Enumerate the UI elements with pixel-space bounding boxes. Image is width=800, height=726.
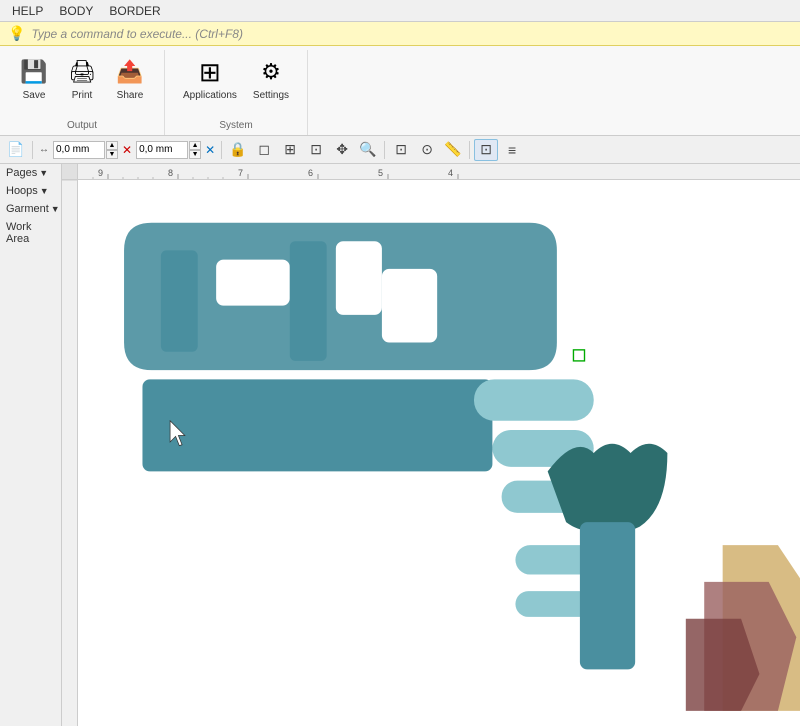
- toolbar-grid-btn[interactable]: ⊞: [278, 139, 302, 161]
- svg-text:6: 6: [308, 168, 313, 178]
- garment-arrow: ▼: [51, 204, 60, 214]
- x-spin-up[interactable]: ▲: [106, 141, 118, 150]
- sidebar-item-garment[interactable]: Garment ▼: [0, 200, 61, 218]
- svg-text:8: 8: [168, 168, 173, 178]
- lightbulb-icon: 💡: [8, 25, 25, 42]
- share-label: Share: [117, 90, 144, 101]
- toolbar-btn-1[interactable]: 📄: [4, 139, 28, 161]
- command-bar-placeholder[interactable]: Type a command to execute... (Ctrl+F8): [31, 27, 243, 41]
- toolbar-zoom-reset-btn[interactable]: ⊙: [415, 139, 439, 161]
- svg-text:9: 9: [98, 168, 103, 178]
- save-button[interactable]: 💾 Save: [10, 52, 58, 105]
- settings-label: Settings: [253, 90, 289, 101]
- share-icon: 📤: [114, 56, 146, 88]
- toolbar-display-btn[interactable]: ≡: [500, 139, 524, 161]
- left-sidebar: Pages ▼ Hoops ▼ Garment ▼ Work Area: [0, 164, 62, 726]
- toolbar-sep-2: [221, 141, 222, 159]
- toolbar-sep-4: [469, 141, 470, 159]
- coord-icon-blue: ✕: [205, 143, 215, 157]
- garment-label: Garment: [6, 203, 49, 215]
- canvas-area[interactable]: 9 8 7 6 5 4: [62, 164, 800, 726]
- pages-label: Pages: [6, 167, 37, 179]
- coord-label-x: ↔: [39, 144, 49, 155]
- x-coord-group: ▲ ▼: [53, 141, 118, 159]
- settings-icon: ⚙: [255, 56, 287, 88]
- cutout-3: [382, 269, 437, 343]
- x-spinners: ▲ ▼: [106, 141, 118, 159]
- inner-1: [161, 250, 198, 351]
- share-button[interactable]: 📤 Share: [106, 52, 154, 105]
- cutout-2: [336, 241, 382, 315]
- svg-text:7: 7: [238, 168, 243, 178]
- sidebar-item-pages[interactable]: Pages ▼: [0, 164, 61, 182]
- command-bar: 💡 Type a command to execute... (Ctrl+F8): [0, 22, 800, 46]
- ribbon-group-output: 💾 Save 🖨 Print 📤 Share Output: [0, 50, 165, 135]
- menu-border[interactable]: BORDER: [101, 2, 168, 20]
- block-bottom: [142, 379, 492, 471]
- settings-button[interactable]: ⚙ Settings: [245, 52, 297, 105]
- menu-body[interactable]: BODY: [51, 2, 101, 20]
- pages-arrow: ▼: [39, 168, 48, 178]
- applications-label: Applications: [183, 90, 237, 101]
- svg-text:4: 4: [448, 168, 453, 178]
- toolbar-zoom-fit-btn[interactable]: ⊡: [389, 139, 413, 161]
- toolbar-measure-btn[interactable]: 📏: [441, 139, 465, 161]
- y-spin-down[interactable]: ▼: [189, 150, 201, 159]
- app-container: HELP BODY BORDER 💡 Type a command to exe…: [0, 0, 800, 726]
- ribbon-group-system: ⊞ Applications ⚙ Settings System: [165, 50, 308, 135]
- ruler-corner: [62, 164, 78, 180]
- capsule-1: [474, 379, 594, 420]
- toolbar-sep-1: [32, 141, 33, 159]
- x-spin-down[interactable]: ▼: [106, 150, 118, 159]
- y-spinners: ▲ ▼: [189, 141, 201, 159]
- leaf-shape: [548, 444, 668, 531]
- selection-marker: [573, 350, 584, 361]
- sidebar-item-workarea[interactable]: Work Area: [0, 218, 61, 248]
- cutout-1: [216, 260, 290, 306]
- x-coord-input[interactable]: [53, 141, 105, 159]
- save-label: Save: [23, 90, 46, 101]
- ruler-h-svg: 9 8 7 6 5 4: [78, 164, 800, 180]
- design-group: [124, 223, 800, 711]
- toolbar-zoom-in-btn[interactable]: 🔍: [356, 139, 380, 161]
- embroidery-canvas: [78, 180, 800, 726]
- connector-v: [580, 522, 635, 669]
- applications-icon: ⊞: [194, 56, 226, 88]
- ruler-v-svg: [62, 180, 78, 726]
- hoops-arrow: ▼: [40, 186, 49, 196]
- menu-bar: HELP BODY BORDER: [0, 0, 800, 22]
- toolbar-move-btn[interactable]: ✥: [330, 139, 354, 161]
- toolbar-select-btn[interactable]: ⊡: [304, 139, 328, 161]
- lock-icon-btn[interactable]: 🔒: [226, 139, 250, 161]
- print-label: Print: [72, 90, 93, 101]
- y-coord-input[interactable]: [136, 141, 188, 159]
- y-coord-group: ▲ ▼: [136, 141, 201, 159]
- save-icon: 💾: [18, 56, 50, 88]
- sidebar-item-hoops[interactable]: Hoops ▼: [0, 182, 61, 200]
- toolbar-sep-3: [384, 141, 385, 159]
- hoops-label: Hoops: [6, 185, 38, 197]
- toolbar-row: 📄 ↔ ▲ ▼ ✕ ▲ ▼ ✕ 🔒 ◻ ⊞ ⊡ ✥ 🔍 ⊡ ⊙: [0, 136, 800, 164]
- menu-help[interactable]: HELP: [4, 2, 51, 20]
- toolbar-cursor-btn[interactable]: ⊡: [474, 139, 498, 161]
- applications-button[interactable]: ⊞ Applications: [175, 52, 245, 105]
- ribbon: 💾 Save 🖨 Print 📤 Share Output ⊞ Appli: [0, 46, 800, 136]
- output-group-label: Output: [0, 120, 164, 131]
- inner-2: [290, 241, 327, 361]
- print-button[interactable]: 🖨 Print: [58, 52, 106, 105]
- workarea-label: Work Area: [6, 221, 55, 245]
- print-icon: 🖨: [66, 56, 98, 88]
- svg-text:5: 5: [378, 168, 383, 178]
- content-row: Pages ▼ Hoops ▼ Garment ▼ Work Area 9: [0, 164, 800, 726]
- system-group-label: System: [165, 120, 307, 131]
- ruler-vertical: [62, 180, 78, 726]
- toolbar-view-btn[interactable]: ◻: [252, 139, 276, 161]
- y-spin-up[interactable]: ▲: [189, 141, 201, 150]
- ruler-horizontal: 9 8 7 6 5 4: [78, 164, 800, 180]
- coord-icon-red: ✕: [122, 143, 132, 157]
